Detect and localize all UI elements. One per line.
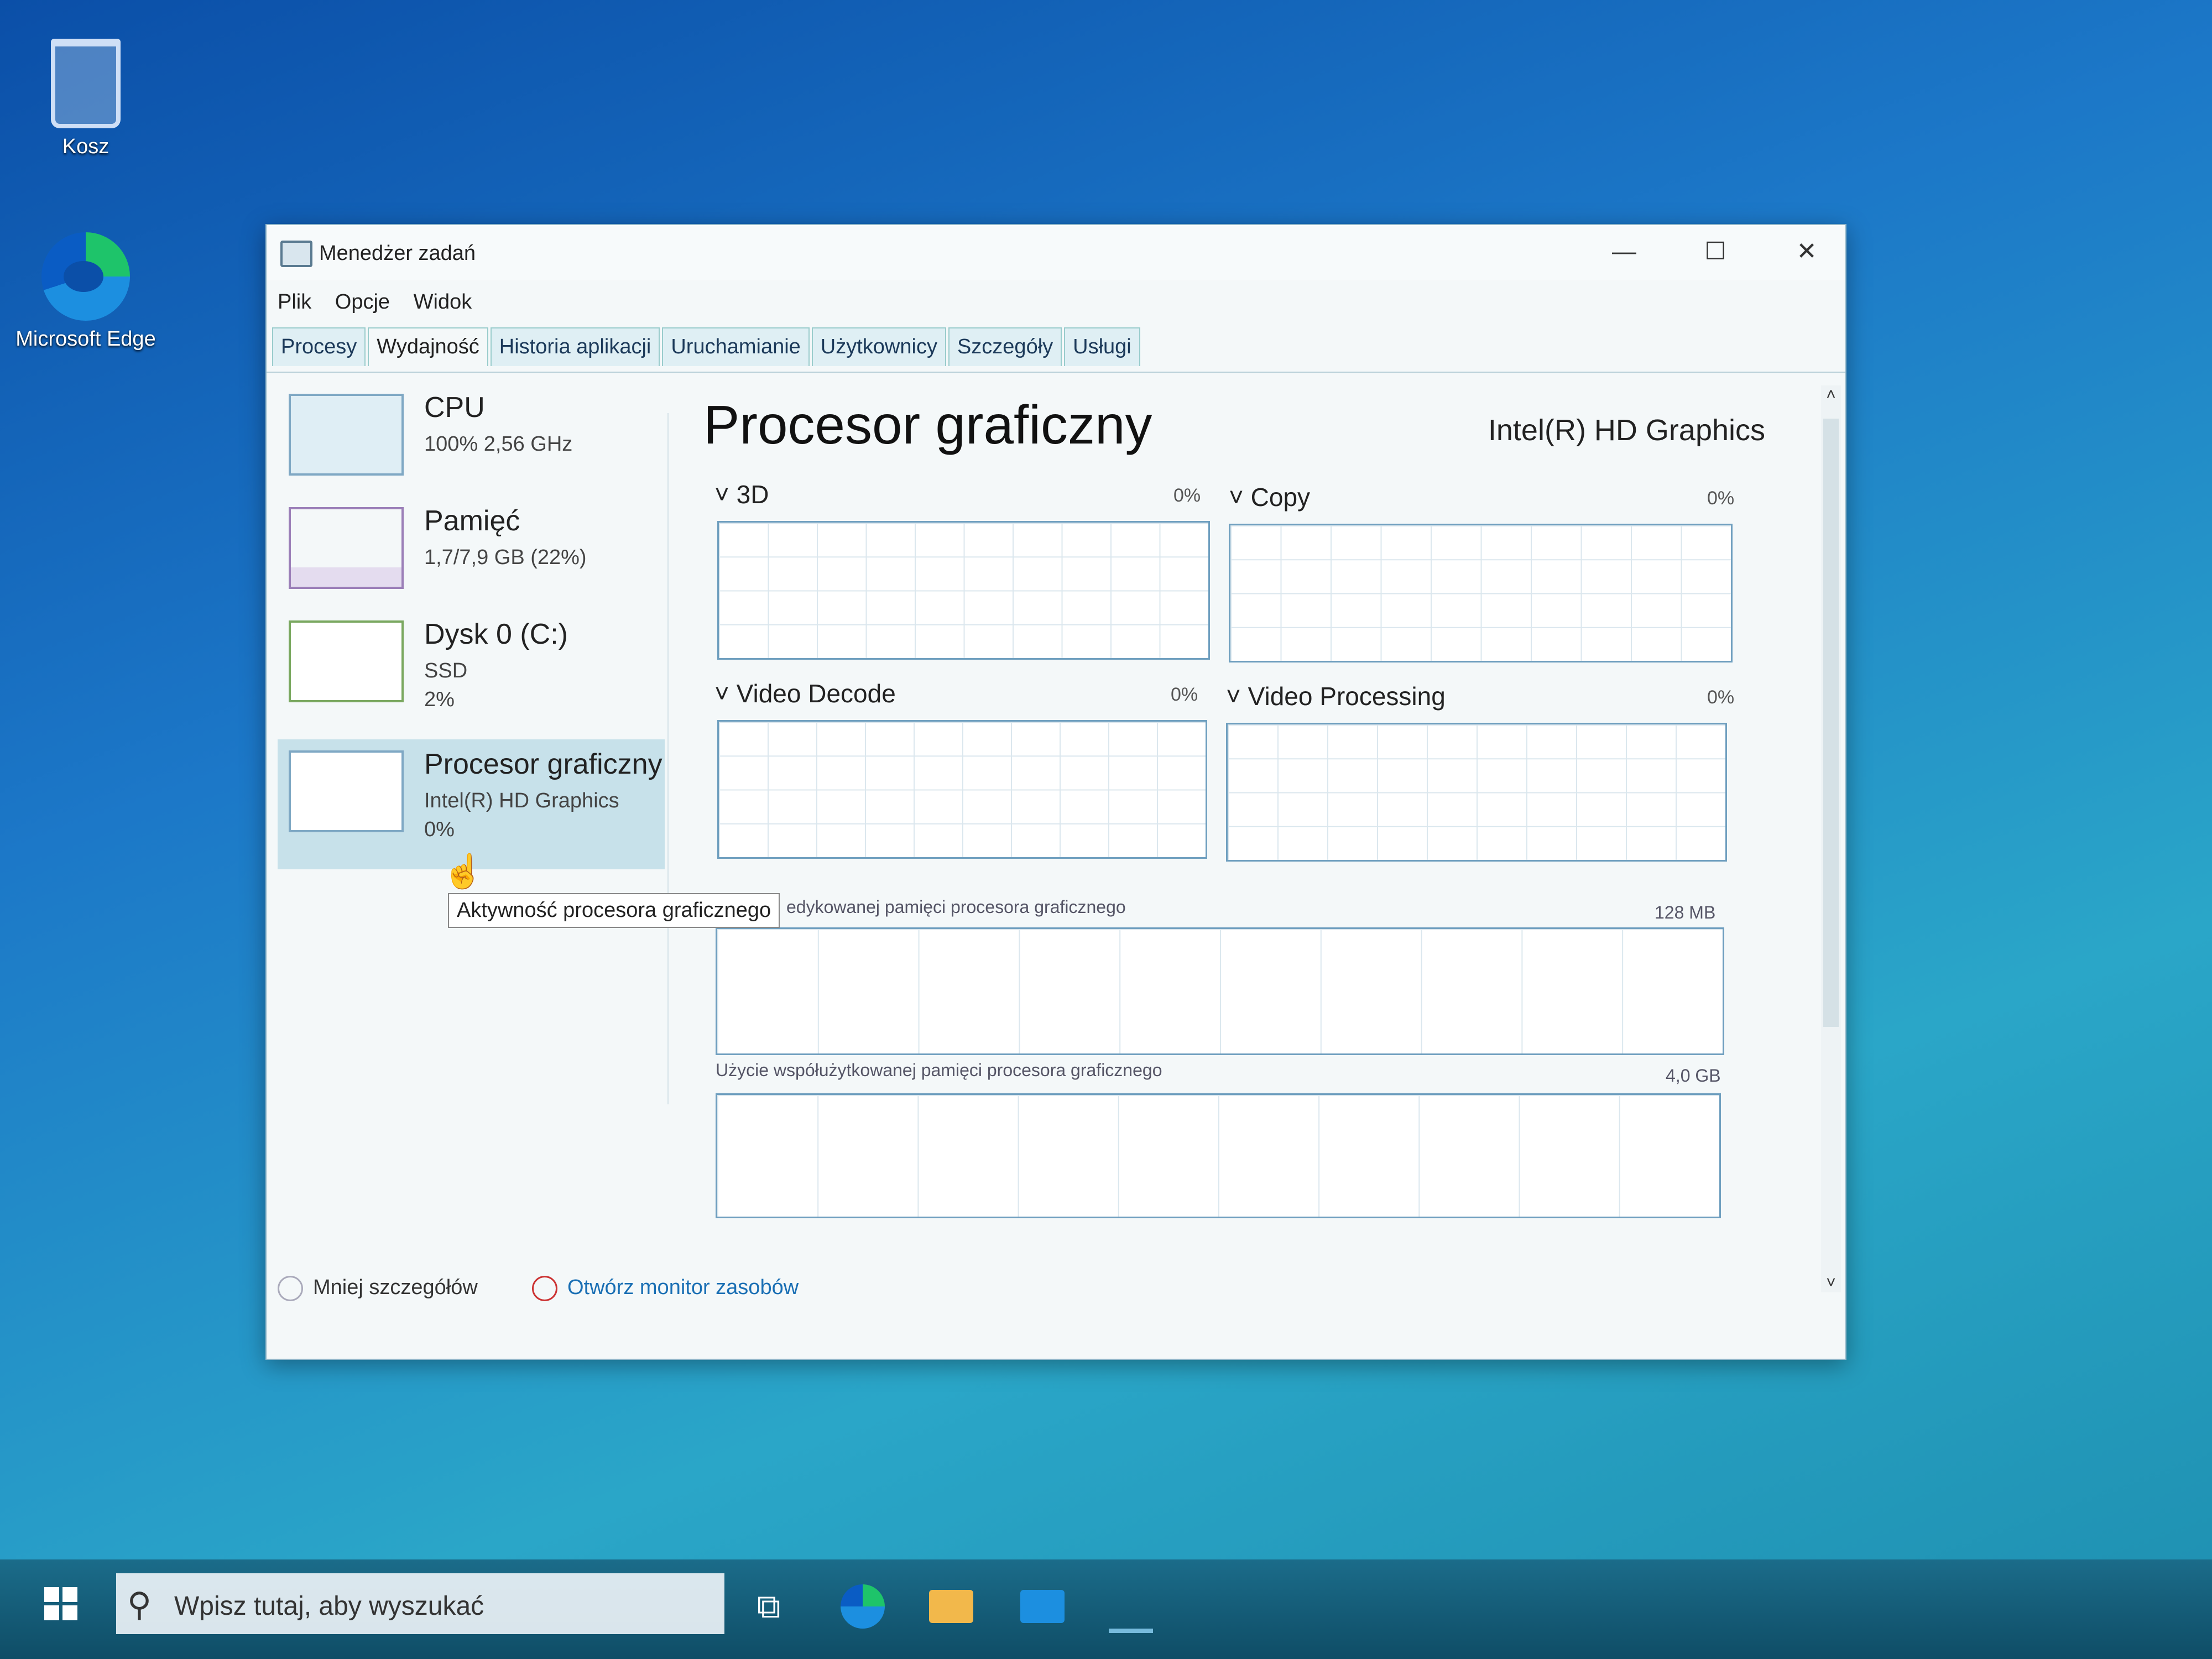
minimize-button[interactable]: — — [1591, 235, 1657, 268]
chevron-up-circle-icon — [278, 1276, 303, 1301]
tab-uzytkownicy[interactable]: Użytkownicy — [811, 327, 946, 366]
desktop-icon-edge[interactable]: Microsoft Edge — [14, 232, 158, 351]
gpu-detail-pane: Procesor graficzny Intel(R) HD Graphics … — [703, 383, 1809, 1323]
graph-dedicated-memory — [716, 927, 1724, 1055]
gpu-device-name: Intel(R) HD Graphics — [1488, 414, 1765, 447]
search-box[interactable]: ⚲ Wpisz tutaj, aby wyszukać — [116, 1573, 724, 1634]
resource-item-disk[interactable]: Dysk 0 (C:) SSD 2% — [278, 609, 665, 734]
resource-item-gpu[interactable]: Procesor graficzny Intel(R) HD Graphics … — [278, 739, 665, 869]
resource-name: CPU — [424, 392, 485, 424]
tooltip: Aktywność procesora graficznego — [448, 893, 780, 928]
resource-detail: 100% 2,56 GHz — [424, 432, 573, 456]
menu-bar: Plik Opcje Widok — [278, 290, 489, 314]
resource-monitor-icon — [532, 1276, 557, 1301]
menu-opcje[interactable]: Opcje — [335, 290, 390, 314]
engine-value-3d: 0% — [1173, 485, 1201, 506]
engine-selector-video-processing[interactable]: ˅ Video Processing — [1226, 681, 1446, 711]
graph-shared-memory — [716, 1093, 1721, 1218]
hand-cursor-icon: ☝ — [442, 853, 484, 890]
task-manager-taskbar-icon[interactable] — [1109, 1584, 1153, 1633]
title-bar[interactable]: Menedżer zadań — ☐ ✕ — [267, 225, 1845, 280]
desktop-icon-label: Microsoft Edge — [15, 327, 156, 351]
tab-uruchamianie[interactable]: Uruchamianie — [662, 327, 810, 366]
tab-procesy[interactable]: Procesy — [272, 327, 366, 366]
search-placeholder: Wpisz tutaj, aby wyszukać — [174, 1592, 484, 1621]
engine-selector-copy[interactable]: ˅ Copy — [1229, 482, 1310, 512]
file-explorer-icon[interactable] — [929, 1590, 973, 1623]
disk-type: SSD — [424, 659, 468, 682]
graph-video-processing — [1226, 723, 1727, 862]
tab-wydajnosc[interactable]: Wydajność — [368, 327, 488, 366]
engine-value-video-decode: 0% — [1171, 684, 1198, 705]
tab-historia-aplikacji[interactable]: Historia aplikacji — [490, 327, 660, 366]
shared-memory-value: 4,0 GB — [1666, 1066, 1721, 1086]
chevron-down-icon: ˅ — [714, 679, 737, 708]
task-manager-icon — [280, 241, 312, 267]
disk-thumbnail-graph — [289, 620, 404, 702]
tab-szczegoly[interactable]: Szczegóły — [948, 327, 1062, 366]
memory-thumbnail-graph — [289, 507, 404, 589]
engine-value-copy: 0% — [1707, 488, 1735, 509]
scrollbar-thumb[interactable] — [1823, 419, 1839, 1027]
resource-list: CPU 100% 2,56 GHz Pamięć 1,7/7,9 GB (22%… — [278, 383, 665, 1267]
page-title: Procesor graficzny — [703, 394, 1152, 455]
resource-name: Dysk 0 (C:) — [424, 618, 568, 650]
resource-name: Pamięć — [424, 505, 520, 537]
tab-uslugi[interactable]: Usługi — [1064, 327, 1140, 366]
chevron-down-icon: ˅ — [1229, 483, 1251, 512]
resource-detail: Intel(R) HD Graphics 0% — [424, 786, 619, 844]
task-manager-window: Menedżer zadań — ☐ ✕ Plik Opcje Widok Pr… — [265, 224, 1846, 1360]
gpu-thumbnail-graph — [289, 750, 404, 832]
resource-detail: 1,7/7,9 GB (22%) — [424, 546, 587, 569]
graph-3d — [717, 521, 1210, 660]
taskbar: ⚲ Wpisz tutaj, aby wyszukać ⧉ — [0, 1559, 2212, 1659]
disk-usage: 2% — [424, 688, 455, 711]
engine-value-video-processing: 0% — [1707, 687, 1735, 708]
graph-copy — [1229, 524, 1733, 662]
search-icon: ⚲ — [127, 1586, 152, 1623]
desktop-icon-label: Kosz — [62, 135, 109, 158]
chevron-down-icon: ˅ — [714, 480, 737, 509]
edge-taskbar-icon[interactable] — [841, 1584, 885, 1629]
resource-item-memory[interactable]: Pamięć 1,7/7,9 GB (22%) — [278, 496, 665, 620]
resource-name: Procesor graficzny — [424, 748, 662, 780]
resource-item-cpu[interactable]: CPU 100% 2,56 GHz — [278, 383, 665, 507]
scroll-up-arrow-icon[interactable]: ˄ — [1821, 385, 1841, 404]
resource-detail: SSD 2% — [424, 656, 467, 714]
cpu-thumbnail-graph — [289, 394, 404, 476]
open-resource-monitor-link[interactable]: Otwórz monitor zasobów — [532, 1276, 799, 1301]
vertical-scrollbar[interactable]: ˄ ˅ — [1821, 385, 1841, 1292]
chevron-down-icon: ˅ — [1226, 682, 1248, 711]
gpu-usage: 0% — [424, 818, 455, 841]
dedicated-memory-value: 128 MB — [1655, 902, 1716, 922]
fewer-details-link[interactable]: Mniej szczegółów — [278, 1276, 478, 1301]
engine-selector-video-decode[interactable]: ˅ Video Decode — [714, 679, 896, 708]
engine-selector-3d[interactable]: ˅ 3D — [714, 479, 769, 509]
graph-video-decode — [717, 720, 1207, 859]
maximize-button[interactable]: ☐ — [1682, 235, 1749, 268]
edge-icon — [41, 232, 130, 321]
gpu-model: Intel(R) HD Graphics — [424, 789, 619, 812]
task-view-icon[interactable]: ⧉ — [747, 1584, 791, 1629]
start-button-windows-icon[interactable] — [44, 1587, 77, 1620]
window-title: Menedżer zadań — [319, 242, 476, 265]
recycle-bin-icon — [51, 39, 121, 128]
scroll-down-arrow-icon[interactable]: ˅ — [1821, 1274, 1841, 1292]
mail-icon[interactable] — [1020, 1590, 1065, 1623]
menu-widok[interactable]: Widok — [414, 290, 472, 314]
desktop-icon-recycle-bin[interactable]: Kosz — [14, 39, 158, 159]
tab-divider — [267, 372, 1845, 373]
dedicated-memory-label: edykowanej pamięci procesora graficznego — [786, 897, 1126, 917]
close-button[interactable]: ✕ — [1773, 235, 1840, 268]
menu-plik[interactable]: Plik — [278, 290, 311, 314]
tab-bar: Procesy Wydajność Historia aplikacji Uru… — [272, 327, 1142, 366]
shared-memory-label: Użycie współużytkowanej pamięci procesor… — [716, 1060, 1162, 1080]
panel-divider — [667, 413, 669, 1104]
